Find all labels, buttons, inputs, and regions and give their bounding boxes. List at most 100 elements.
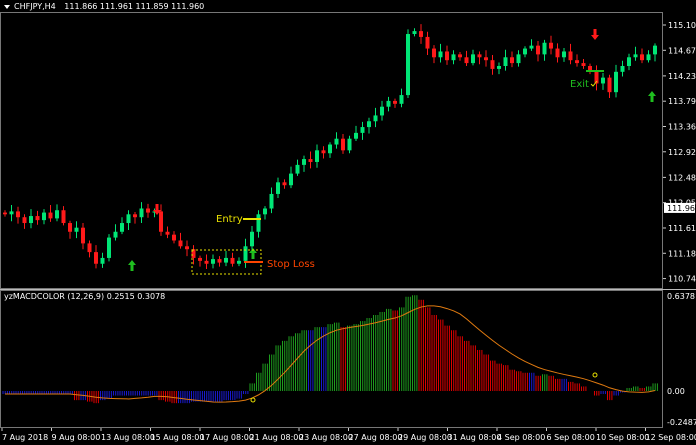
time-tick-label: 12 Sep 08:00 [646,433,696,442]
candle-body [217,259,222,263]
candle-body [497,66,501,69]
price-tick-label: 114.230 [668,72,696,81]
indicator-tick-label: 0.00 [667,387,685,396]
time-tick-label: 7 Aug 2018 [2,433,48,442]
candle-body [380,106,384,116]
candle-body [367,121,371,128]
candle-body [295,164,300,174]
candle-body [614,71,618,93]
candle-body [373,115,378,122]
price-tick-label: 110.745 [668,275,696,284]
candle-body [562,51,566,58]
candle-body [68,223,72,232]
time-tick-label: 9 Aug 08:00 [52,433,101,442]
price-tick-label: 113.360 [668,122,696,131]
candle-body [172,234,176,241]
candle-body [432,48,436,58]
candle-body [490,60,495,69]
candle-body [87,243,92,253]
candle-body [555,48,560,58]
candle-body [549,42,553,49]
candle-body [120,223,124,232]
ohlc-readout: 111.866 111.961 111.859 111.960 [64,2,205,11]
candle-body [503,57,508,67]
buy-arrow-icon [128,260,136,271]
candle-body [633,54,638,58]
candle-body [653,45,657,55]
candle-body [81,227,85,244]
candle-body [568,51,573,61]
exit-label: Exit [570,79,589,90]
time-tick-label: 6 Sep 08:00 [547,433,595,442]
indicator-panel-border [0,290,663,428]
candle-body [289,173,293,186]
candle-body [393,100,397,104]
candle-body [627,57,631,67]
candle-body [139,208,144,218]
candle-body [100,257,105,264]
candle-body [243,246,248,261]
time-tick-label: 31 Aug 08:00 [448,433,502,442]
candle-body [16,211,20,218]
sell-arrow-icon [591,29,599,40]
candle-body [607,77,612,93]
candle-body [126,214,131,224]
candle-body [581,63,586,67]
price-tick-label: 113.795 [668,97,696,106]
candle-body [334,138,339,145]
candle-body [341,138,345,151]
candle-body [302,159,306,165]
candle-body [185,246,189,250]
candle-body [237,260,241,264]
time-tick-label: 17 Aug 08:00 [200,433,254,442]
candle-body [464,57,469,64]
indicator-title: yzMACDCOLOR (12,26,9) 0.2515 0.3078 [4,292,166,301]
time-tick-label: 13 Aug 08:00 [101,433,155,442]
stop-loss-label: Stop Loss [267,259,315,270]
candle-body [399,95,404,104]
candle-body [354,132,358,139]
candle-body [308,159,313,162]
candle-body [536,45,540,55]
chart-header: CHFJPY,H4 111.866 111.961 111.859 111.96… [4,2,204,11]
candle-body [575,60,579,64]
candle-body [269,193,274,209]
candle-body [3,212,7,215]
time-tick-label: 27 Aug 08:00 [349,433,403,442]
candle-body [347,138,352,151]
candle-body [419,31,423,37]
current-price-label: 111.960 [667,204,696,213]
candle-body [61,210,66,224]
candle-body [510,57,514,64]
price-tick-label: 115.105 [668,21,696,30]
candle-body [107,237,111,258]
candle-body [224,257,228,263]
entry-label: Entry [216,214,243,225]
candle-body [646,54,651,61]
candle-body [451,54,456,61]
candle-body [640,54,644,61]
time-tick-label: 29 Aug 08:00 [398,433,452,442]
price-tick-label: 112.925 [668,148,696,157]
candle-body [94,252,98,264]
candle-body [425,36,430,49]
candle-body [42,212,46,221]
indicator-tick-label: -0.2487 [667,418,696,427]
candle-body [477,54,482,58]
macd-cross-marker [592,372,598,378]
candle-body [165,231,170,235]
indicator-tick-label: 0.6378 [667,292,695,301]
candle-body [516,54,521,64]
candle-body [55,210,59,219]
candle-body [178,240,183,247]
candle-body [146,208,150,213]
buy-arrow-icon [648,91,656,102]
candle-body [48,212,53,219]
price-tick-label: 111.180 [668,249,696,258]
candle-body [523,48,527,55]
candle-body [458,54,462,58]
candle-body [360,127,365,133]
dropdown-triangle-icon[interactable] [4,4,10,9]
candle-body [74,227,79,232]
candle-body [620,66,625,72]
